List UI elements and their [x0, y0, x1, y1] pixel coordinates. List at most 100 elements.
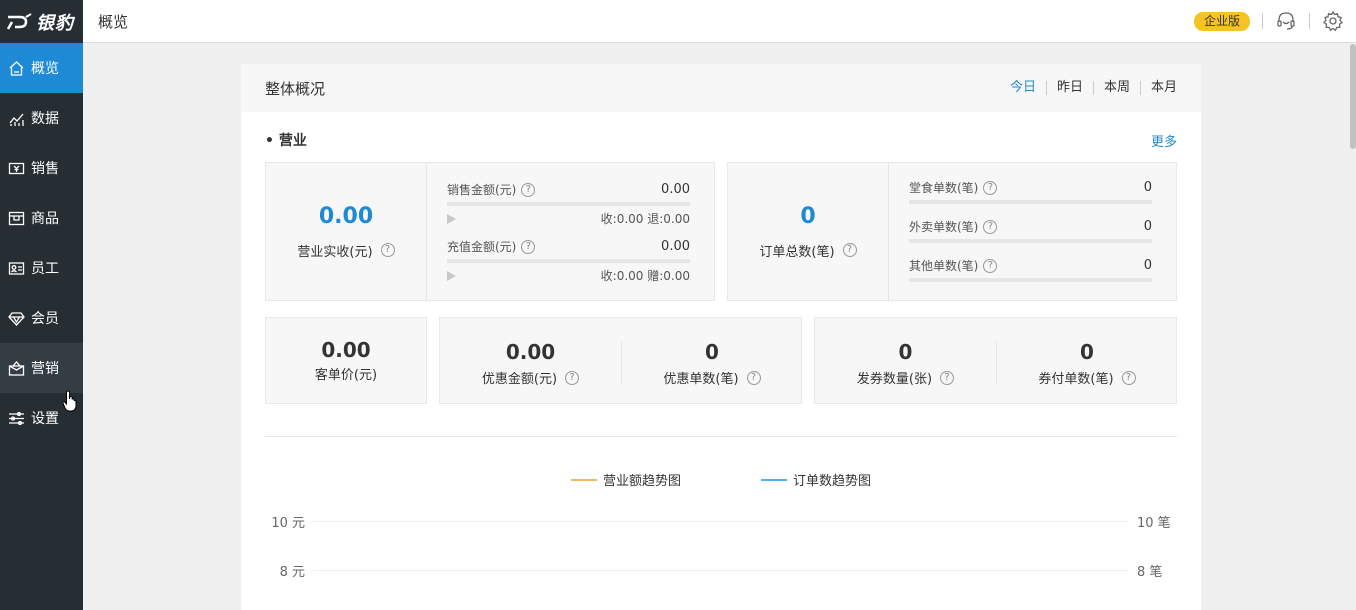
help-icon[interactable]: ?: [380, 243, 395, 257]
y-tick-left: 8 元: [279, 564, 305, 580]
logo[interactable]: 银豹: [0, 0, 83, 43]
tab-this-week[interactable]: 本周: [1092, 81, 1140, 95]
sliders-icon: [8, 410, 25, 427]
period-tabs: 今日 昨日 本周 本月: [1000, 81, 1177, 95]
help-icon[interactable]: ?: [940, 370, 955, 385]
trend-legend: 营业额趋势图 订单数趋势图: [241, 470, 1201, 489]
sidebar-item-label: 员工: [31, 261, 59, 277]
gridline: [313, 569, 1129, 571]
support-headset-icon[interactable]: [1275, 10, 1297, 32]
orders-value: 0: [800, 203, 816, 229]
sales-amount-label: 销售金额(元): [447, 183, 517, 197]
recharge-amount-label: 充值金额(元): [447, 240, 517, 254]
coupons-card: 0 发券数量(张)? 0 券付单数(笔)?: [814, 317, 1177, 404]
sidebar-item-data[interactable]: 数据: [0, 93, 83, 143]
other-value: 0: [1143, 258, 1152, 273]
revenue-label: 营业实收(元): [297, 244, 373, 260]
cash-icon: [8, 160, 25, 177]
section-title: • 营业: [265, 133, 307, 149]
tab-today[interactable]: 今日: [1000, 81, 1046, 95]
dine-in-bar: [909, 200, 1152, 204]
page-title: 概览: [98, 12, 129, 31]
revenue-card: 0.00 营业实收(元) ? 销售金额(元)? 0.00 收:0.00 退:0.…: [265, 162, 715, 301]
legend-item-revenue[interactable]: 营业额趋势图: [570, 470, 681, 489]
help-icon[interactable]: ?: [746, 370, 761, 385]
sidebar-item-staff[interactable]: 员工: [0, 243, 83, 293]
help-icon[interactable]: ?: [983, 219, 998, 234]
panel-header: 整体概况 今日 昨日 本周 本月: [241, 64, 1201, 112]
sidebar-item-label: 营销: [31, 361, 59, 377]
vertical-scrollbar[interactable]: [1350, 44, 1356, 610]
y-tick-right: 8 笔: [1137, 564, 1163, 580]
legend-line-revenue: [570, 478, 597, 481]
dine-in-value: 0: [1143, 180, 1152, 195]
section-header: • 营业 更多: [265, 130, 1177, 150]
coupons-issued-label: 发券数量(张): [856, 372, 933, 387]
help-icon[interactable]: ?: [983, 180, 998, 195]
divider: [888, 163, 889, 300]
avg-price-card: 0.00 客单价(元): [265, 317, 427, 404]
sidebar-item-products[interactable]: 商品: [0, 193, 83, 243]
sales-bar: [447, 202, 690, 206]
sales-breakdown: 收:0.00 退:0.00: [600, 212, 690, 226]
sidebar-item-label: 会员: [31, 311, 59, 327]
overview-panel: 整体概况 今日 昨日 本周 本月 • 营业 更多 0.00 营业实收(元) ?: [241, 64, 1201, 610]
sidebar-item-overview[interactable]: 概览: [0, 43, 83, 93]
other-bar: [909, 278, 1152, 282]
dine-in-label: 堂食单数(笔): [909, 181, 979, 195]
legend-item-orders[interactable]: 订单数趋势图: [761, 470, 871, 489]
more-link[interactable]: 更多: [1151, 131, 1177, 150]
dine-in-detail: 堂食单数(笔)? 0: [909, 179, 1152, 204]
logo-text: 银豹: [36, 12, 74, 34]
panel-title: 整体概况: [265, 79, 326, 98]
y-tick-right: 10 笔: [1137, 515, 1171, 531]
edition-badge[interactable]: 企业版: [1193, 11, 1250, 31]
sales-amount-value: 0.00: [661, 182, 690, 197]
help-icon[interactable]: ?: [565, 370, 580, 385]
diamond-icon: [8, 310, 25, 327]
help-icon[interactable]: ?: [521, 182, 536, 197]
help-icon[interactable]: ?: [842, 243, 857, 257]
header-divider: [1309, 13, 1310, 29]
box-icon: [8, 210, 25, 227]
hand-cursor-icon: [62, 390, 78, 416]
top-header: 概览 企业版: [83, 0, 1356, 43]
sidebar: 银豹 概览 数据 销售 商品 员工 会员 营销 设置: [0, 0, 83, 610]
legend-label: 营业额趋势图: [602, 474, 681, 489]
sidebar-item-sales[interactable]: 销售: [0, 143, 83, 193]
sidebar-item-label: 销售: [31, 161, 59, 177]
scrollbar-thumb[interactable]: [1350, 44, 1356, 149]
recharge-detail: 充值金额(元)? 0.00 收:0.00 赠:0.00: [447, 238, 690, 284]
tab-this-month[interactable]: 本月: [1139, 81, 1177, 95]
recharge-breakdown: 收:0.00 赠:0.00: [600, 269, 690, 283]
home-icon: [8, 60, 25, 77]
orders-label: 订单总数(笔): [759, 244, 835, 260]
logo-mark-icon: [6, 12, 32, 30]
settings-gear-icon[interactable]: [1322, 10, 1344, 32]
id-card-icon: [8, 260, 25, 277]
sidebar-item-label: 概览: [31, 61, 59, 77]
sidebar-item-label: 数据: [31, 111, 59, 127]
sidebar-item-label: 设置: [31, 411, 59, 427]
tab-yesterday[interactable]: 昨日: [1045, 81, 1093, 95]
divider: [426, 163, 427, 300]
expand-triangle-icon[interactable]: [447, 270, 456, 281]
takeout-value: 0: [1143, 219, 1152, 234]
gridline: [313, 520, 1129, 522]
help-icon[interactable]: ?: [521, 239, 536, 254]
takeout-detail: 外卖单数(笔)? 0: [909, 218, 1152, 243]
orders-card: 0 订单总数(笔) ? 堂食单数(笔)? 0 外卖单数(笔)? 0 其他单数(笔…: [727, 162, 1177, 301]
help-icon[interactable]: ?: [1121, 370, 1136, 385]
avg-price-value: 0.00: [321, 338, 371, 362]
sidebar-item-label: 商品: [31, 211, 59, 227]
expand-triangle-icon[interactable]: [447, 213, 456, 224]
sidebar-item-marketing[interactable]: 营销: [0, 343, 83, 393]
sidebar-item-members[interactable]: 会员: [0, 293, 83, 343]
discount-amount-label: 优惠金额(元): [481, 372, 558, 387]
chart-icon: [8, 110, 25, 127]
recharge-bar: [447, 259, 690, 263]
help-icon[interactable]: ?: [983, 258, 998, 273]
revenue-value: 0.00: [318, 203, 374, 229]
gridline-row: 10 元 10 笔: [265, 513, 1177, 531]
takeout-label: 外卖单数(笔): [909, 220, 979, 234]
